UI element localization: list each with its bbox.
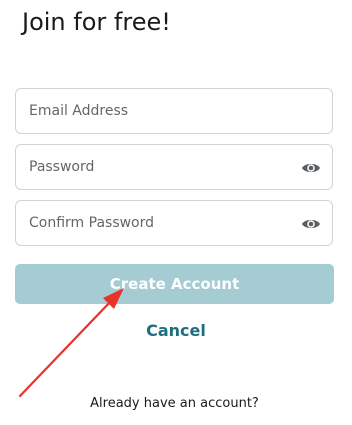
already-have-account-link[interactable]: Already have an account? xyxy=(0,395,349,413)
cancel-link[interactable]: Cancel xyxy=(0,320,352,342)
email-input[interactable] xyxy=(16,89,332,133)
password-input[interactable] xyxy=(16,145,332,189)
signup-page: Join for free! Create Account Cancel Alr… xyxy=(0,0,352,425)
email-field[interactable] xyxy=(15,88,333,134)
eye-icon[interactable] xyxy=(301,215,321,233)
confirm-password-field[interactable] xyxy=(15,200,333,246)
confirm-password-input[interactable] xyxy=(16,201,332,245)
page-title: Join for free! xyxy=(22,8,171,36)
password-field[interactable] xyxy=(15,144,333,190)
eye-icon[interactable] xyxy=(301,159,321,177)
create-account-button[interactable]: Create Account xyxy=(15,264,334,304)
